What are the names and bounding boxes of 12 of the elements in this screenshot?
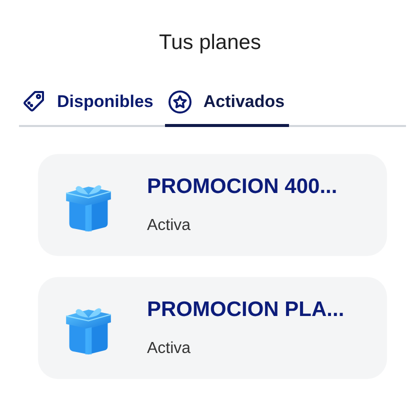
plan-card[interactable]: PROMOCION PLA... Activa bbox=[38, 277, 387, 379]
plan-status: Activa bbox=[147, 340, 192, 358]
tab[interactable]: Disponibles bbox=[19, 90, 158, 127]
plan-card[interactable]: PROMOCION 400... Activa bbox=[38, 154, 387, 256]
plan-title: PROMOCION PLA... bbox=[147, 298, 344, 322]
plan-status: Activa bbox=[147, 217, 192, 235]
plan-title: PROMOCION 400... bbox=[147, 175, 338, 199]
page-title: Tus planes bbox=[159, 31, 261, 56]
tab-label: Activados bbox=[203, 92, 285, 112]
tab-label: Disponibles bbox=[57, 92, 154, 112]
tag-icon bbox=[22, 90, 46, 114]
tab[interactable]: Activados bbox=[165, 90, 289, 127]
